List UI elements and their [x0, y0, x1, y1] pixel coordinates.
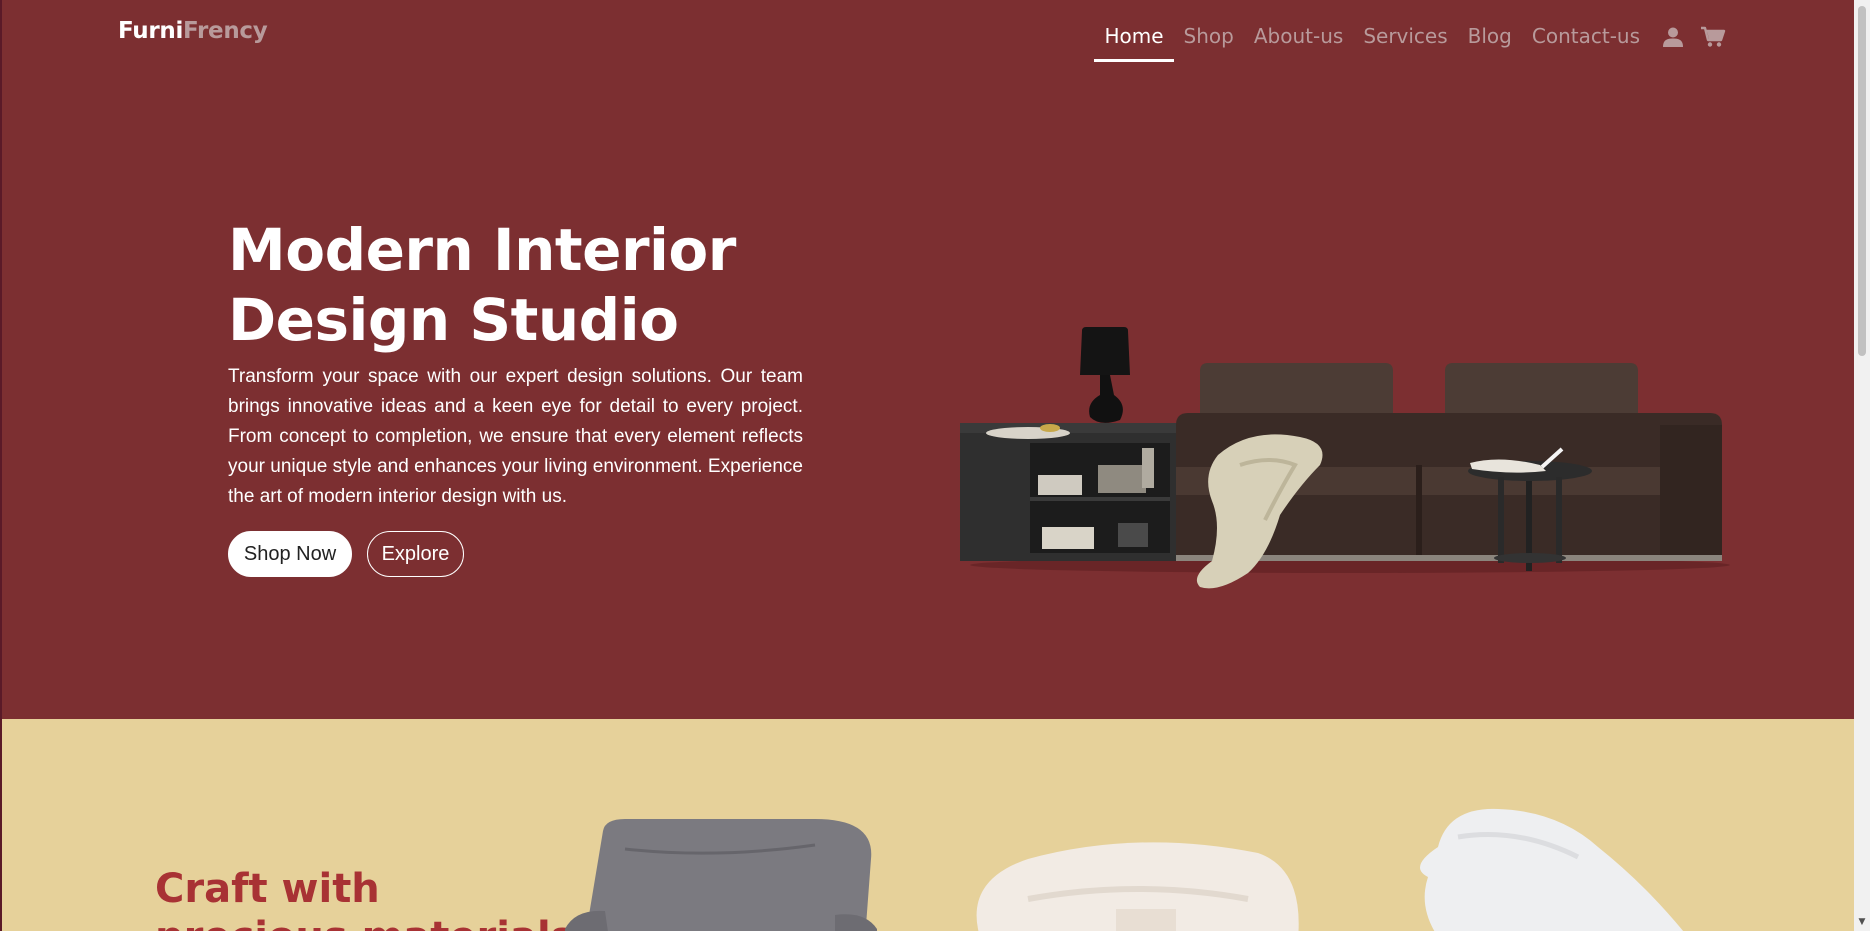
craft-section-title: Craft with precious materials	[155, 866, 574, 931]
brand-logo[interactable]: FurniFrency	[118, 18, 268, 44]
hero-title: Modern Interior Design Studio	[228, 216, 736, 354]
brand-part-furni: Furni	[118, 18, 184, 44]
hero-sofa-image	[960, 327, 1730, 589]
white-shell-chair-image	[1420, 808, 1684, 931]
white-tub-chair-image	[976, 842, 1299, 931]
scroll-down-arrow-icon[interactable]: ▼	[1857, 917, 1867, 927]
nav-contact-us[interactable]: Contact-us	[1522, 22, 1650, 60]
hero-description: Transform your space with our expert des…	[228, 366, 803, 507]
main-nav: Home Shop About-us Services Blog Contact…	[1094, 22, 1730, 62]
user-icon[interactable]	[1656, 22, 1690, 52]
hero-section: FurniFrency Home Shop About-us Services …	[0, 0, 1854, 719]
scrollbar-thumb[interactable]	[1858, 6, 1866, 356]
shop-now-button[interactable]: Shop Now	[228, 531, 352, 577]
grey-armchair-image	[565, 819, 877, 931]
vertical-scrollbar[interactable]: ▼	[1854, 0, 1870, 931]
nav-about-us[interactable]: About-us	[1244, 22, 1353, 60]
brand-part-frency: Frency	[183, 18, 268, 44]
explore-button[interactable]: Explore	[367, 531, 464, 577]
craft-section: Craft with precious materials	[0, 719, 1854, 931]
nav-shop[interactable]: Shop	[1174, 22, 1244, 60]
nav-services[interactable]: Services	[1353, 22, 1457, 60]
cart-icon[interactable]	[1696, 22, 1730, 52]
page-left-edge	[0, 0, 2, 931]
nav-blog[interactable]: Blog	[1458, 22, 1522, 60]
nav-home[interactable]: Home	[1094, 22, 1174, 62]
